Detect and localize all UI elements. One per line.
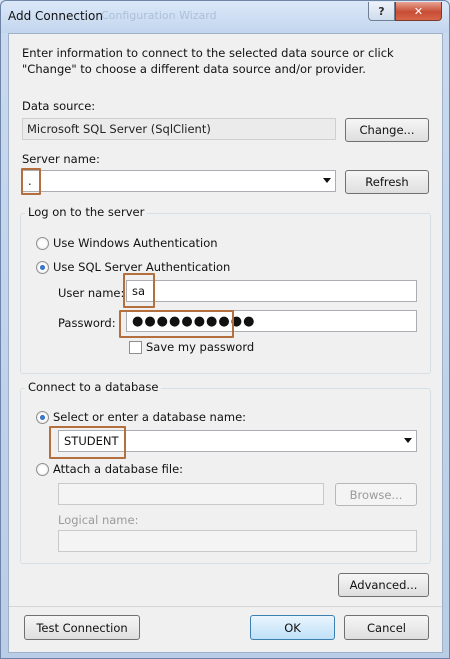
password-highlight — [119, 310, 234, 338]
dialog-body: Enter information to connect to the sele… — [8, 33, 443, 653]
logical-name-input[interactable] — [58, 530, 417, 552]
advanced-button[interactable]: Advanced... — [338, 573, 429, 597]
separator — [9, 606, 442, 607]
chevron-down-icon[interactable] — [404, 438, 412, 443]
logical-name-label: Logical name: — [58, 513, 139, 527]
attach-database-radio[interactable] — [36, 463, 49, 476]
select-database-radio[interactable] — [36, 411, 49, 424]
change-button[interactable]: Change... — [345, 118, 429, 142]
database-name-highlight — [49, 426, 126, 459]
data-source-label: Data source: — [22, 99, 96, 113]
refresh-button[interactable]: Refresh — [345, 170, 429, 194]
ok-button[interactable]: OK — [250, 615, 335, 640]
help-icon: ? — [378, 4, 385, 18]
username-highlight — [123, 273, 155, 308]
database-group-label: Connect to a database — [25, 380, 162, 394]
intro-text: Enter information to connect to the sele… — [22, 46, 394, 76]
sql-auth-radio[interactable] — [36, 261, 49, 274]
password-label: Password: — [58, 316, 116, 330]
username-label: User name: — [58, 286, 125, 300]
sql-auth-label: Use SQL Server Authentication — [53, 260, 231, 274]
server-name-highlight — [21, 168, 41, 195]
close-icon: ✕ — [413, 4, 424, 18]
save-password-label: Save my password — [146, 340, 255, 354]
server-name-label: Server name: — [22, 152, 100, 166]
add-connection-dialog: Add Connection Configuration Wizard ? ✕ … — [0, 0, 450, 659]
attach-database-label: Attach a database file: — [53, 462, 184, 476]
username-input[interactable]: sa — [126, 280, 417, 302]
windows-auth-label: Use Windows Authentication — [53, 236, 218, 250]
window-title: Add Connection — [8, 9, 103, 23]
background-window-title: Configuration Wizard — [101, 9, 217, 22]
select-database-label: Select or enter a database name: — [53, 410, 247, 424]
data-source-value: Microsoft SQL Server (SqlClient) — [22, 118, 336, 140]
windows-auth-radio[interactable] — [36, 237, 49, 250]
logon-group-label: Log on to the server — [25, 205, 148, 219]
close-button[interactable]: ✕ — [395, 2, 442, 21]
chevron-down-icon[interactable] — [323, 178, 331, 183]
cancel-button[interactable]: Cancel — [344, 615, 429, 640]
test-connection-button[interactable]: Test Connection — [24, 615, 140, 640]
save-password-checkbox[interactable] — [129, 341, 142, 354]
title-bar: Add Connection Configuration Wizard ? ✕ — [1, 1, 449, 33]
help-button[interactable]: ? — [368, 2, 395, 21]
attach-file-input[interactable] — [58, 483, 324, 505]
browse-button[interactable]: Browse... — [335, 483, 417, 506]
server-name-combobox[interactable]: . — [22, 170, 336, 192]
